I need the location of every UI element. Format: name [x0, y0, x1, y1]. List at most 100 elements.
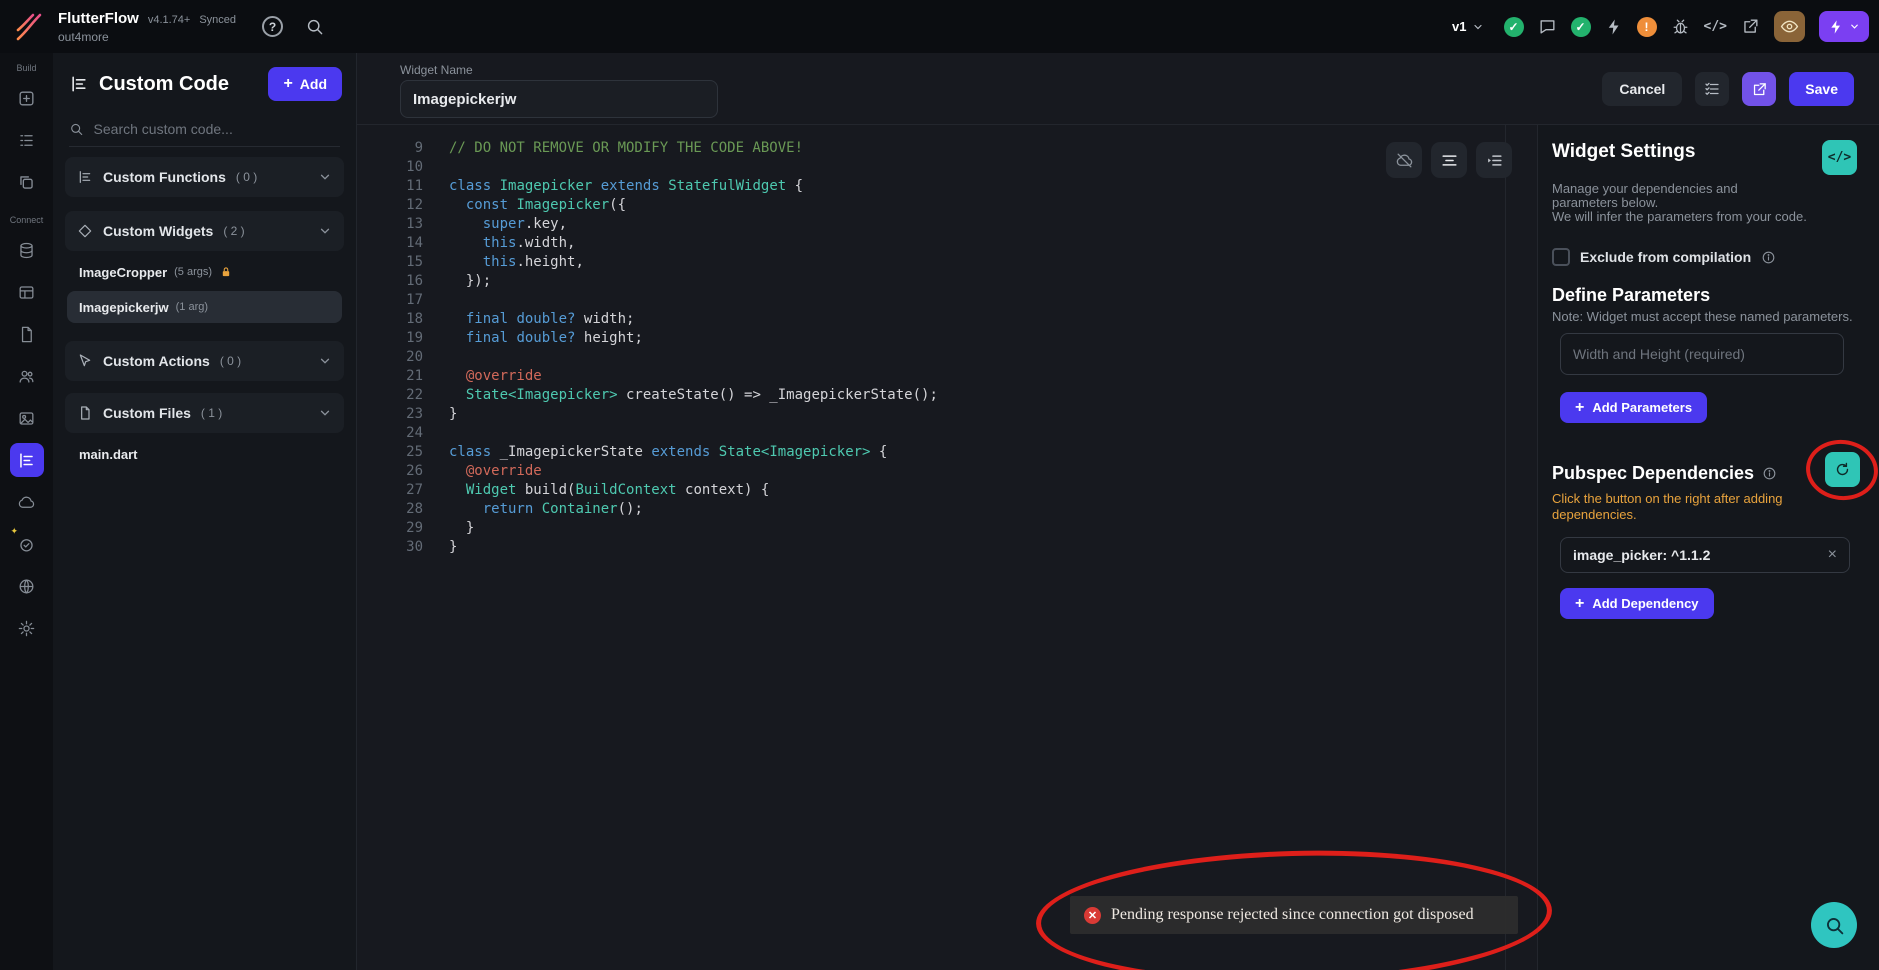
section-custom-files[interactable]: Custom Files ( 1 ) [65, 393, 344, 433]
format-code-button[interactable] [1431, 142, 1467, 178]
rail-item-data-schema[interactable] [10, 275, 44, 309]
settings-description: Manage your dependencies and parameters … [1552, 182, 1857, 224]
code-lines: 9// DO NOT REMOVE OR MODIFY THE CODE ABO… [357, 125, 1537, 557]
info-icon[interactable] [1762, 466, 1777, 481]
rail-item-components[interactable] [10, 165, 44, 199]
exclude-compilation-row: Exclude from compilation [1552, 248, 1857, 266]
parameters-input[interactable] [1560, 333, 1844, 375]
chevron-down-icon[interactable] [318, 354, 332, 368]
optimizations-button[interactable] [1605, 18, 1623, 36]
search-input[interactable] [94, 121, 340, 137]
view-boilerplate-button[interactable]: </> [1822, 140, 1857, 175]
exclude-compilation-label: Exclude from compilation [1580, 249, 1751, 265]
export-button[interactable] [1741, 17, 1760, 36]
flutterflow-logo-icon [12, 10, 46, 44]
check-code-button[interactable] [1695, 72, 1729, 106]
rail-item-database[interactable] [10, 233, 44, 267]
remove-dependency-button[interactable]: × [1828, 546, 1837, 564]
code-view-button[interactable]: </> [1704, 19, 1727, 34]
save-button[interactable]: Save [1789, 72, 1854, 106]
rail-item-media[interactable] [10, 401, 44, 435]
rail-item-tests[interactable]: ✦ [10, 527, 44, 561]
preview-button[interactable] [1774, 11, 1805, 42]
add-parameters-button[interactable]: + Add Parameters [1560, 392, 1707, 423]
section-custom-functions[interactable]: Custom Functions ( 0 ) [65, 157, 344, 197]
code-line: 16 }); [357, 272, 1537, 291]
rail-item-integrations[interactable] [10, 569, 44, 603]
code-line: 29 } [357, 519, 1537, 538]
app-name: FlutterFlow [58, 10, 139, 27]
info-icon[interactable] [1761, 250, 1776, 265]
widget-item-imagepickerjw[interactable]: Imagepickerjw (1 arg) [67, 291, 342, 323]
chevron-down-icon[interactable] [318, 170, 332, 184]
widget-name: ImageCropper [79, 265, 167, 280]
copy-pages-icon [17, 173, 36, 192]
widgets-icon [77, 223, 93, 239]
section-count: ( 0 ) [236, 170, 257, 184]
rail-item-widget-tree[interactable] [10, 123, 44, 157]
widget-name-input[interactable] [400, 80, 718, 118]
checklist-icon [1703, 80, 1721, 98]
widget-item-imagecropper[interactable]: ImageCropper (5 args) [67, 259, 342, 285]
rail-item-cloud-functions[interactable] [10, 485, 44, 519]
support-search-fab[interactable] [1811, 902, 1857, 948]
error-toast: ✕ Pending response rejected since connec… [1070, 896, 1518, 934]
code-line: 25class _ImagepickerState extends State<… [357, 443, 1537, 462]
widget-args: (5 args) [174, 266, 212, 278]
rail-item-users[interactable] [10, 359, 44, 393]
code-line: 26 @override [357, 462, 1537, 481]
comments-button[interactable] [1538, 17, 1557, 36]
settings-description-line1: Manage your dependencies and parameters … [1552, 182, 1807, 210]
add-custom-code-button[interactable]: + Add [268, 67, 342, 101]
chevron-down-icon[interactable] [318, 224, 332, 238]
file-item-main-dart[interactable]: main.dart [67, 441, 342, 467]
debug-button[interactable] [1671, 17, 1690, 36]
sidebar-title: Custom Code [99, 73, 229, 96]
compile-dependencies-button[interactable] [1825, 452, 1860, 487]
refresh-icon [1834, 461, 1851, 478]
new-feature-star-icon: ✦ [11, 526, 19, 537]
open-in-editor-button[interactable] [1742, 72, 1776, 106]
section-label: Custom Actions [103, 353, 210, 369]
section-custom-actions[interactable]: Custom Actions ( 0 ) [65, 341, 344, 381]
indent-icon [1485, 151, 1504, 170]
cancel-button[interactable]: Cancel [1602, 72, 1682, 106]
align-center-icon [1440, 151, 1459, 170]
branch-selector[interactable]: v1 [1452, 19, 1483, 34]
tests-passed-badge[interactable]: ✓ [1571, 17, 1591, 37]
pubspec-warning-text: Click the button on the right after addi… [1552, 491, 1822, 523]
code-line: 20 [357, 348, 1537, 367]
rail-item-settings[interactable] [10, 611, 44, 645]
code-line: 14 this.width, [357, 234, 1537, 253]
section-custom-widgets[interactable]: Custom Widgets ( 2 ) [65, 211, 344, 251]
warnings-badge[interactable]: ! [1637, 17, 1657, 37]
chevron-down-icon [1849, 21, 1860, 32]
editor-header-actions: Cancel Save [1602, 72, 1854, 106]
checks-passed-badge[interactable]: ✓ [1504, 17, 1524, 37]
rail-item-documents[interactable] [10, 317, 44, 351]
add-parameters-label: Add Parameters [1592, 400, 1692, 415]
exclude-compilation-checkbox[interactable] [1552, 248, 1570, 266]
rail-item-widget-canvas[interactable] [10, 81, 44, 115]
deploy-button[interactable] [1819, 11, 1869, 42]
section-label: Custom Widgets [103, 223, 213, 239]
code-line: 15 this.height, [357, 253, 1537, 272]
chevron-down-icon[interactable] [318, 406, 332, 420]
dependency-item[interactable]: image_picker: ^1.1.2 × [1560, 537, 1850, 573]
plus-icon: + [283, 75, 292, 93]
cloud-icon [17, 493, 36, 512]
code-icon: </> [1828, 150, 1851, 165]
help-button[interactable]: ? [262, 16, 283, 37]
chevron-down-icon [1472, 21, 1484, 33]
indent-code-button[interactable] [1476, 142, 1512, 178]
disable-compile-button[interactable] [1386, 142, 1422, 178]
search-button[interactable] [305, 17, 324, 36]
search-icon [69, 121, 84, 137]
widget-name: Imagepickerjw [79, 300, 169, 315]
topbar-actions: v1 ✓ ✓ ! </> [1452, 11, 1869, 42]
rail-item-custom-code[interactable] [10, 443, 44, 477]
code-editor[interactable]: 9// DO NOT REMOVE OR MODIFY THE CODE ABO… [357, 125, 1537, 970]
rail-connect-label: Connect [10, 215, 44, 225]
add-dependency-button[interactable]: + Add Dependency [1560, 588, 1714, 619]
check-icon: ✓ [1575, 20, 1585, 34]
